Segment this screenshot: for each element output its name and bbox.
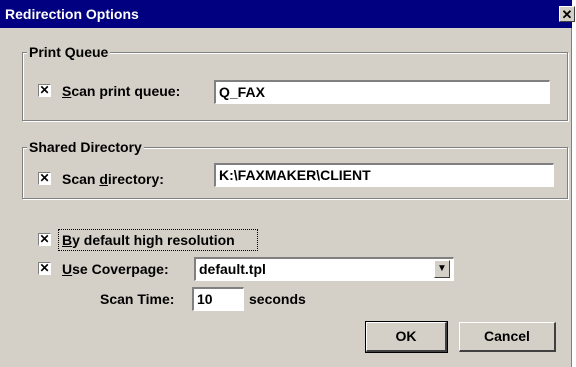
- print-queue-value: Q_FAX: [219, 84, 265, 100]
- high-resolution-checkbox[interactable]: ✕: [38, 233, 51, 246]
- checkbox-mark-icon: ✕: [39, 171, 50, 185]
- coverpage-dropdown-button[interactable]: ▼: [434, 260, 450, 278]
- redirection-options-dialog: Redirection Options ✕ Print Queue ✕ Scan…: [0, 0, 575, 367]
- coverpage-select[interactable]: default.tpl: [194, 257, 454, 281]
- scan-time-label: Scan Time:: [100, 291, 175, 307]
- scan-print-queue-checkbox[interactable]: ✕: [38, 84, 51, 97]
- checkbox-mark-icon: ✕: [39, 232, 50, 246]
- directory-input[interactable]: K:\FAXMAKER\CLIENT: [214, 163, 554, 187]
- checkbox-mark-icon: ✕: [39, 83, 50, 97]
- directory-value: K:\FAXMAKER\CLIENT: [219, 167, 371, 183]
- title-bar: Redirection Options: [0, 0, 572, 28]
- label-text: can print queue:: [71, 83, 181, 99]
- print-queue-legend: Print Queue: [27, 43, 111, 61]
- label-text: y default high resolution: [72, 232, 235, 248]
- cancel-button[interactable]: Cancel: [459, 322, 556, 352]
- use-coverpage-checkbox[interactable]: ✕: [38, 262, 51, 275]
- label-text: irectory:: [107, 171, 164, 187]
- close-icon: ✕: [561, 7, 573, 22]
- scan-time-input[interactable]: 10: [192, 287, 244, 311]
- window-title: Redirection Options: [5, 6, 139, 22]
- label-text: Scan: [62, 171, 100, 187]
- print-queue-input[interactable]: Q_FAX: [214, 80, 550, 104]
- use-coverpage-label: Use Coverpage:: [62, 261, 169, 277]
- ok-button[interactable]: OK: [365, 321, 448, 353]
- shared-directory-legend: Shared Directory: [27, 138, 144, 156]
- label-text: se Coverpage:: [72, 261, 169, 277]
- checkbox-mark-icon: ✕: [39, 261, 50, 275]
- cancel-label: Cancel: [484, 328, 530, 344]
- ok-label: OK: [395, 328, 417, 344]
- accelerator-key: S: [62, 83, 72, 99]
- scan-time-value: 10: [197, 291, 213, 307]
- scan-directory-label: Scan directory:: [62, 171, 164, 187]
- close-button[interactable]: ✕: [559, 6, 575, 22]
- scan-directory-checkbox[interactable]: ✕: [38, 172, 51, 185]
- scan-time-unit: seconds: [249, 291, 306, 307]
- accelerator-key: U: [62, 261, 73, 277]
- coverpage-selected-value: default.tpl: [199, 261, 266, 277]
- scan-print-queue-label: Scan print queue:: [62, 83, 180, 99]
- accelerator-key: B: [62, 232, 73, 248]
- chevron-down-icon: ▼: [437, 263, 447, 274]
- accelerator-key: d: [99, 171, 108, 187]
- high-resolution-label: By default high resolution: [62, 232, 235, 248]
